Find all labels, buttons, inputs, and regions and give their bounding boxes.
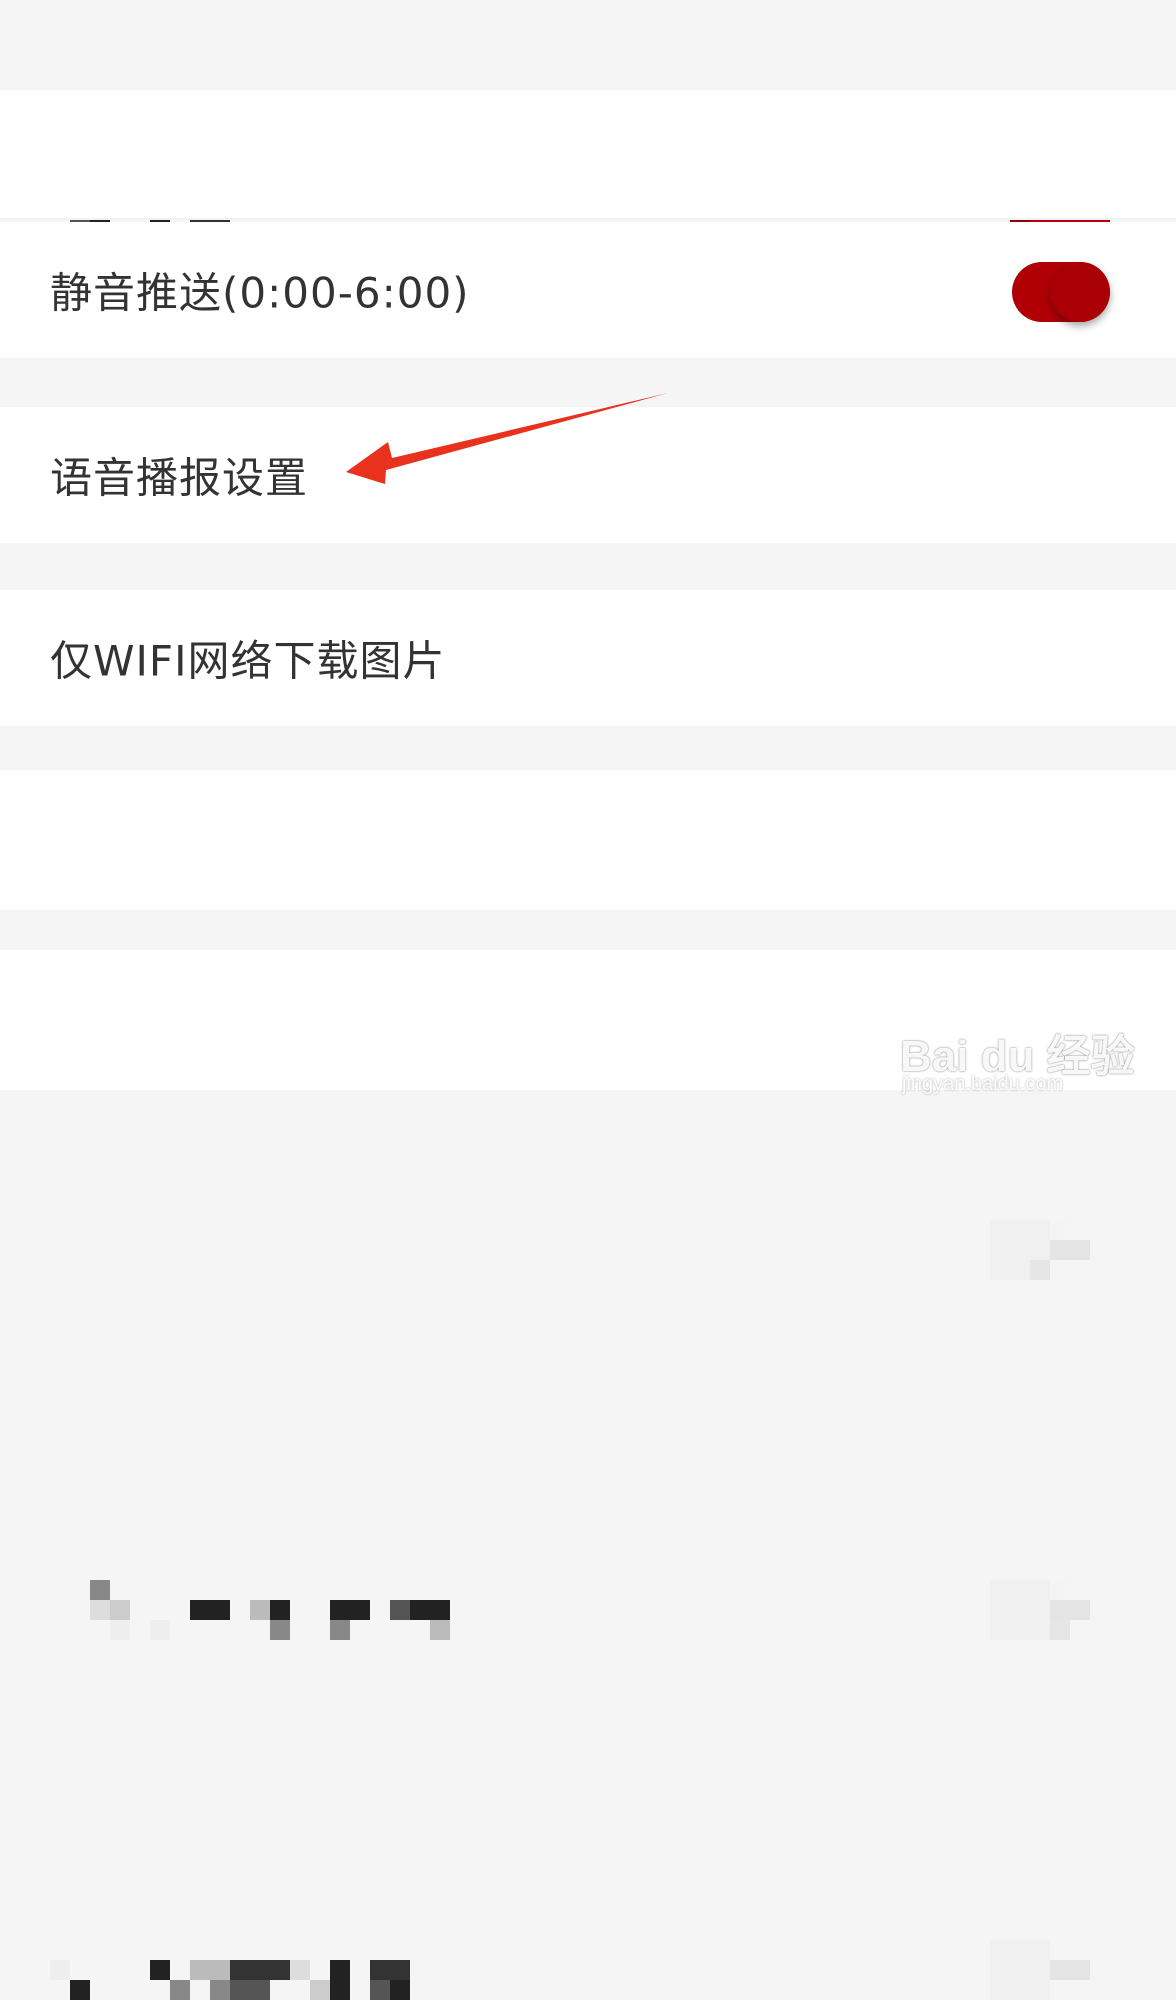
annotation-arrow-icon bbox=[346, 393, 668, 484]
baidu-jingyan-watermark: Bai du 经验 jingyan.baidu.com bbox=[900, 995, 1135, 1115]
annotation-arrow-shape bbox=[346, 393, 668, 484]
watermark-url: jingyan.baidu.com bbox=[902, 1073, 1064, 1095]
